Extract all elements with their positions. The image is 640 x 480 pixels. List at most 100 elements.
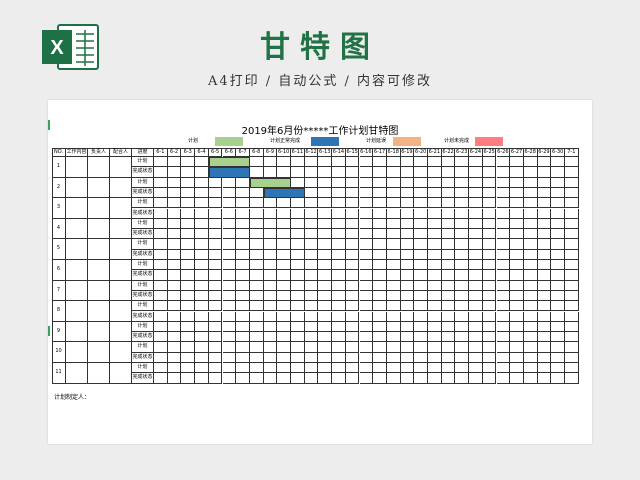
- gantt-cell: [154, 352, 168, 363]
- gantt-cell: [359, 218, 374, 230]
- gantt-cell: [345, 208, 360, 219]
- gantt-cell: [441, 373, 456, 384]
- gantt-cell: [496, 218, 511, 230]
- gantt-cell: [249, 187, 264, 199]
- gantt-cell: [482, 332, 497, 343]
- gantt-cell: [510, 157, 524, 168]
- gantt-cell: [414, 373, 428, 384]
- gantt-cell: [249, 260, 264, 271]
- gantt-cell: [332, 177, 346, 188]
- gantt-cell: [318, 167, 333, 178]
- gantt-cell: [469, 157, 483, 168]
- gantt-cell: [400, 229, 415, 240]
- gantt-cell: [414, 198, 428, 209]
- gantt-cell: [373, 301, 387, 312]
- gantt-cell: [277, 167, 291, 178]
- gantt-cell: [510, 177, 524, 188]
- gantt-cell: [414, 270, 428, 281]
- gantt-cell: [565, 352, 579, 363]
- task-cell: [66, 280, 88, 302]
- gantt-cell: [181, 157, 196, 168]
- task-cell: [110, 177, 132, 199]
- gantt-cell: [291, 260, 305, 271]
- gantt-cell: [482, 373, 497, 384]
- gantt-cell: [208, 311, 223, 322]
- gantt-cell: [222, 260, 237, 271]
- gantt-cell: [277, 290, 291, 302]
- gantt-cell: [236, 218, 250, 230]
- plan-label: 计划: [132, 342, 154, 353]
- row-marker: [48, 326, 50, 336]
- gantt-cell: [195, 290, 209, 302]
- gantt-cell: [359, 301, 374, 312]
- gantt-cell: [345, 177, 360, 188]
- gantt-cell: [373, 352, 387, 363]
- gantt-cell: [195, 321, 209, 333]
- gantt-cell: [263, 270, 278, 281]
- gantt-cell: [414, 301, 428, 312]
- gantt-cell: [181, 373, 196, 384]
- gantt-cell: [249, 280, 264, 291]
- gantt-cell: [332, 301, 346, 312]
- gantt-cell: [291, 177, 305, 188]
- gantt-cell: [236, 373, 250, 384]
- gantt-cell: [441, 321, 456, 333]
- gantt-cell: [551, 157, 565, 168]
- gantt-cell: [428, 301, 442, 312]
- gantt-cell: [510, 229, 524, 240]
- gantt-cell: [441, 342, 456, 353]
- gantt-cell: [565, 249, 579, 260]
- gantt-cell: [537, 311, 552, 322]
- gantt-cell: [318, 157, 333, 168]
- gantt-cell: [523, 352, 538, 363]
- gantt-cell: [441, 260, 456, 271]
- gantt-cell: [386, 352, 401, 363]
- task-cell: [110, 280, 132, 302]
- gantt-cell: [236, 208, 250, 219]
- gantt-cell: [359, 332, 374, 343]
- gantt-cell: [482, 270, 497, 281]
- column-header: 负责人: [88, 148, 110, 157]
- gantt-cell: [318, 187, 333, 199]
- gantt-cell: [208, 177, 223, 188]
- gantt-cell: [249, 373, 264, 384]
- gantt-cell: [469, 177, 483, 188]
- gantt-cell: [455, 249, 470, 260]
- column-header: 进度: [132, 148, 154, 157]
- gantt-cell: [263, 321, 278, 333]
- gantt-cell: [154, 270, 168, 281]
- gantt-cell: [523, 301, 538, 312]
- gantt-cell: [482, 311, 497, 322]
- gantt-cell: [428, 311, 442, 322]
- plan-label: 计划: [132, 321, 154, 333]
- gantt-cell: [263, 290, 278, 302]
- gantt-cell: [496, 352, 511, 363]
- gantt-cell: [496, 239, 511, 250]
- gantt-cell: [537, 342, 552, 353]
- gantt-cell: [167, 249, 182, 260]
- gantt-cell: [455, 332, 470, 343]
- legend-delay-label: 计划延误: [366, 138, 387, 144]
- gantt-cell: [523, 198, 538, 209]
- gantt-cell: [345, 373, 360, 384]
- task-cell: [66, 321, 88, 343]
- gantt-cell: [332, 198, 346, 209]
- gantt-cell: [195, 208, 209, 219]
- gantt-cell: [496, 270, 511, 281]
- gantt-cell: [469, 373, 483, 384]
- gantt-cell: [291, 311, 305, 322]
- gantt-cell: [263, 332, 278, 343]
- gantt-cell: [455, 270, 470, 281]
- gantt-cell: [441, 332, 456, 343]
- row-number: 9: [52, 321, 66, 343]
- gantt-cell: [359, 342, 374, 353]
- gantt-cell: [277, 311, 291, 322]
- gantt-cell: [291, 249, 305, 260]
- date-header: 6-24: [469, 148, 483, 157]
- gantt-cell: [277, 352, 291, 363]
- gantt-cell: [386, 208, 401, 219]
- gantt-bar-done: [263, 187, 305, 199]
- row-number: 1: [52, 157, 66, 178]
- gantt-cell: [195, 332, 209, 343]
- gantt-cell: [428, 157, 442, 168]
